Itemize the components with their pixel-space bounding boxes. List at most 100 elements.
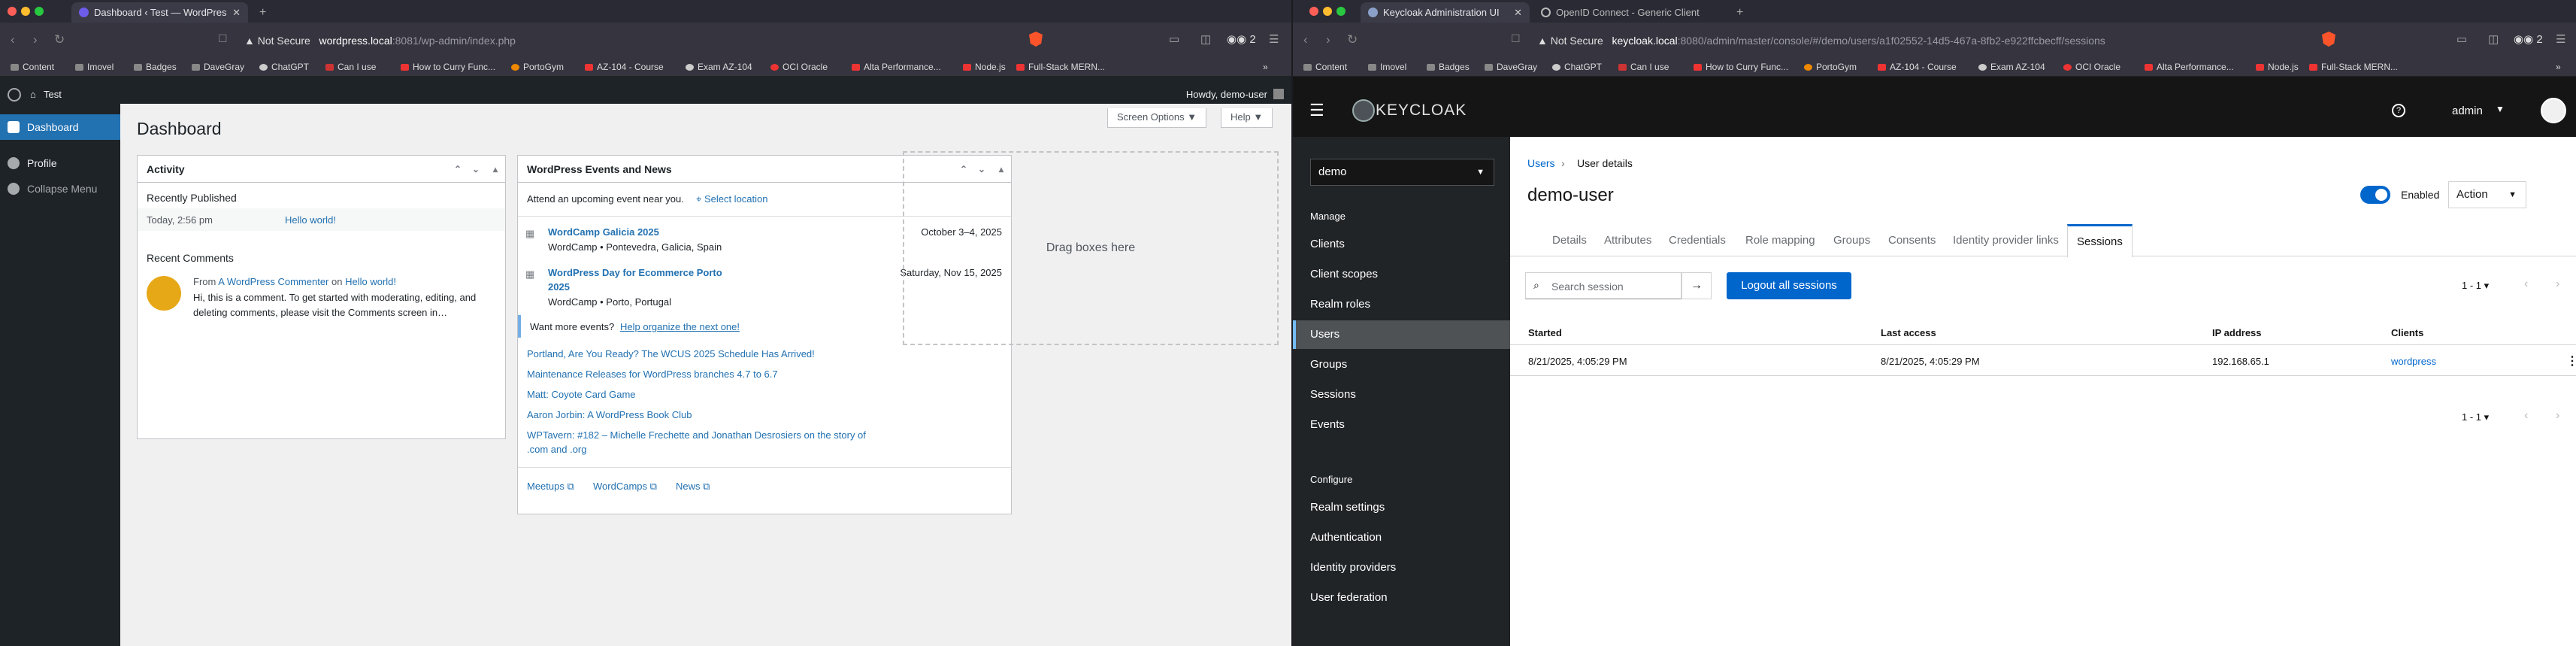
news-link[interactable]: .com and .org — [527, 444, 587, 455]
sidebar-item-clients[interactable]: Clients — [1293, 230, 1510, 259]
tab-wordpress-dashboard[interactable]: Dashboard ‹ Test — WordPres ✕ — [71, 2, 248, 23]
sidebar-item-sessions[interactable]: Sessions — [1293, 381, 1510, 409]
tab-consents[interactable]: Consents — [1879, 224, 1945, 257]
sidebar-item-realm-roles[interactable]: Realm roles — [1293, 290, 1510, 319]
url-field[interactable]: ▲ Not Secure wordpress.local:8081/wp-adm… — [244, 29, 516, 53]
extensions-icon[interactable]: ◉◉ 2 — [1227, 32, 1256, 46]
maximize-window-icon[interactable] — [35, 7, 44, 16]
minimize-window-icon[interactable] — [1323, 7, 1332, 16]
brave-shield-icon[interactable] — [2322, 32, 2335, 47]
next-page-icon[interactable]: › — [2556, 278, 2559, 291]
site-name-link[interactable]: Test — [44, 89, 62, 100]
pagination-top[interactable]: 1 - 1 ▾ — [2462, 280, 2489, 292]
pagination-bottom[interactable]: 1 - 1 ▾ — [2462, 411, 2489, 423]
sidebar-icon[interactable]: ▭ — [2456, 32, 2467, 46]
move-up-icon[interactable]: ⌃ — [454, 156, 462, 183]
reload-icon[interactable]: ↻ — [54, 32, 65, 47]
forward-icon[interactable]: › — [1326, 32, 1330, 47]
bookmark-item[interactable]: Imovel — [1368, 62, 1406, 72]
post-link[interactable]: Hello world! — [285, 214, 336, 226]
sidebar-item-client-scopes[interactable]: Client scopes — [1293, 260, 1510, 289]
sidebar-item-realm-settings[interactable]: Realm settings — [1293, 493, 1510, 522]
collapse-menu-button[interactable]: Collapse Menu — [0, 176, 120, 202]
news-footer-link[interactable]: News ⧉ — [676, 481, 710, 493]
bookmark-item[interactable]: PortoGym — [1804, 62, 1857, 72]
news-link[interactable]: Portland, Are You Ready? The WCUS 2025 S… — [527, 348, 815, 359]
tab-openid-connect[interactable]: OpenID Connect - Generic Client — [1533, 2, 1721, 23]
bookmark-icon[interactable]: ☐ — [1511, 32, 1521, 45]
bookmark-icon[interactable]: ☐ — [218, 32, 228, 45]
help-icon[interactable]: ? — [2392, 104, 2405, 117]
new-tab-icon[interactable]: + — [259, 2, 266, 23]
news-link[interactable]: Maintenance Releases for WordPress branc… — [527, 368, 778, 380]
tab-role-mapping[interactable]: Role mapping — [1736, 224, 1824, 257]
bookmark-item[interactable]: DaveGray — [1485, 62, 1537, 72]
news-link[interactable]: WPTavern: #182 – Michelle Frechette and … — [527, 429, 866, 441]
minimize-window-icon[interactable] — [21, 7, 30, 16]
bookmark-item[interactable]: Node.js — [963, 62, 1006, 72]
prev-page-icon[interactable]: ‹ — [2524, 409, 2528, 423]
hamburger-menu-icon[interactable]: ☰ — [1309, 101, 1324, 120]
menu-icon[interactable]: ☰ — [2556, 32, 2565, 46]
close-tab-icon[interactable]: ✕ — [1514, 2, 1522, 23]
howdy-user-link[interactable]: Howdy, demo-user — [1186, 89, 1267, 100]
client-link[interactable]: wordpress — [2391, 356, 2436, 367]
more-bookmarks-icon[interactable]: » — [2556, 62, 2561, 72]
bookmark-item[interactable]: Imovel — [75, 62, 114, 72]
url-field[interactable]: ▲ Not Secure keycloak.local:8080/admin/m… — [1537, 29, 2105, 53]
caret-down-icon[interactable]: ▼ — [2496, 104, 2505, 114]
tab-details[interactable]: Details — [1543, 224, 1596, 257]
bookmark-item[interactable]: OCI Oracle — [770, 62, 828, 72]
move-down-icon[interactable]: ⌄ — [472, 156, 480, 183]
bookmark-item[interactable]: Full-Stack MERN... — [2309, 62, 2398, 72]
next-page-icon[interactable]: › — [2556, 409, 2559, 423]
bookmark-item[interactable]: Badges — [134, 62, 177, 72]
prev-page-icon[interactable]: ‹ — [2524, 278, 2528, 291]
realm-selector[interactable]: demo ▼ — [1310, 159, 1494, 186]
menu-dashboard[interactable]: Dashboard — [0, 114, 120, 140]
event-link[interactable]: WordCamp Galicia 2025 — [548, 226, 659, 238]
event-link[interactable]: 2025 — [548, 281, 570, 293]
bookmark-item[interactable]: Can I use — [1618, 62, 1669, 72]
back-icon[interactable]: ‹ — [11, 32, 15, 47]
bookmark-item[interactable]: How to Curry Func... — [401, 62, 495, 72]
close-window-icon[interactable] — [1309, 7, 1318, 16]
news-link[interactable]: Aaron Jorbin: A WordPress Book Club — [527, 409, 692, 420]
bookmark-item[interactable]: AZ-104 - Course — [1878, 62, 1957, 72]
bookmark-item[interactable]: Alta Performance... — [852, 62, 941, 72]
bookmark-item[interactable]: Full-Stack MERN... — [1016, 62, 1105, 72]
breadcrumb-users[interactable]: Users — [1527, 157, 1555, 169]
back-icon[interactable]: ‹ — [1303, 32, 1308, 47]
close-window-icon[interactable] — [8, 7, 17, 16]
close-tab-icon[interactable]: ✕ — [232, 2, 241, 23]
bookmark-item[interactable]: Badges — [1427, 62, 1470, 72]
forward-icon[interactable]: › — [33, 32, 38, 47]
brave-shield-icon[interactable] — [1029, 32, 1043, 47]
tab-identity-provider-links[interactable]: Identity provider links — [1944, 224, 2068, 257]
drag-boxes-zone[interactable]: Drag boxes here — [903, 151, 1279, 345]
bookmark-item[interactable]: ChatGPT — [259, 62, 309, 72]
help-button[interactable]: Help ▼ — [1221, 108, 1273, 128]
search-submit-button[interactable]: → — [1682, 272, 1712, 299]
bookmark-item[interactable]: OCI Oracle — [2063, 62, 2120, 72]
reload-icon[interactable]: ↻ — [1347, 32, 1358, 47]
wordpress-logo-icon[interactable] — [8, 88, 21, 102]
tab-keycloak-admin[interactable]: Keycloak Administration UI ✕ — [1361, 2, 1530, 23]
extensions-icon[interactable]: ◉◉ 2 — [2514, 32, 2543, 46]
search-session-input[interactable]: ⌕ Search session — [1525, 272, 1682, 299]
tab-credentials[interactable]: Credentials — [1660, 224, 1735, 257]
meetups-link[interactable]: Meetups ⧉ — [527, 481, 574, 493]
tab-attributes[interactable]: Attributes — [1595, 224, 1660, 257]
screen-options-button[interactable]: Screen Options ▼ — [1107, 108, 1207, 128]
maximize-window-icon[interactable] — [1336, 7, 1346, 16]
sidebar-item-groups[interactable]: Groups — [1293, 350, 1510, 379]
help-organize-link[interactable]: Help organize the next one! — [620, 321, 740, 332]
menu-icon[interactable]: ☰ — [1269, 32, 1279, 46]
wordcamps-link[interactable]: WordCamps ⧉ — [593, 481, 657, 493]
bookmark-item[interactable]: ChatGPT — [1552, 62, 1602, 72]
news-link[interactable]: Matt: Coyote Card Game — [527, 389, 636, 400]
sidebar-item-events[interactable]: Events — [1293, 411, 1510, 439]
sidebar-item-authentication[interactable]: Authentication — [1293, 523, 1510, 552]
tab-groups[interactable]: Groups — [1824, 224, 1879, 257]
user-menu[interactable]: admin — [2452, 105, 2483, 117]
